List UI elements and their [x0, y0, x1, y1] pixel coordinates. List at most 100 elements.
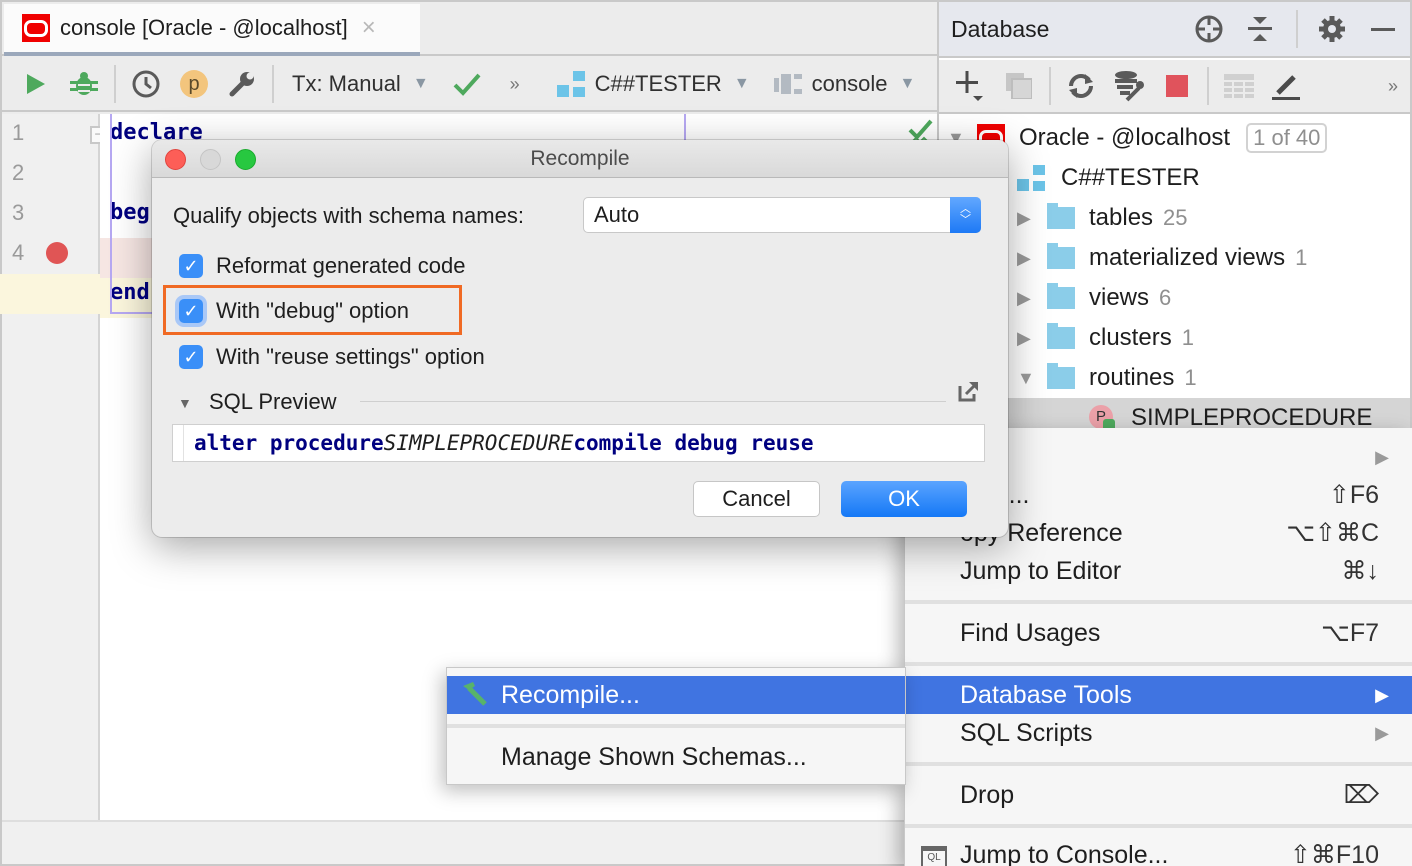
stop-icon: [1166, 75, 1188, 97]
folder-count: 25: [1163, 205, 1188, 230]
expand-arrow-icon[interactable]: ▶: [1017, 208, 1047, 229]
reuse-settings-checkbox[interactable]: ✓: [179, 345, 203, 369]
tx-mode-dropdown[interactable]: Tx: Manual ▼: [292, 64, 429, 104]
menu-item-find-usages[interactable]: Find Usages ⌥F7: [905, 614, 1412, 652]
tx-mode-label: Tx: Manual: [292, 71, 401, 96]
schema-label: C##TESTER: [1061, 164, 1200, 191]
submenu-arrow-icon: ▶: [1375, 684, 1389, 705]
line-number: 2: [12, 160, 25, 185]
schema-dropdown[interactable]: C##TESTER ▼: [556, 64, 750, 104]
commit-button[interactable]: [449, 64, 485, 104]
table-view-button[interactable]: [1221, 66, 1257, 106]
ok-button[interactable]: OK: [841, 481, 967, 517]
expand-arrow-icon[interactable]: ▶: [1017, 288, 1047, 309]
submenu-arrow-icon: ▶: [1375, 446, 1389, 467]
add-button[interactable]: [953, 66, 989, 106]
toolbar-more-button[interactable]: »: [1388, 76, 1398, 97]
menu-item-drop[interactable]: Drop ⌦: [905, 776, 1412, 814]
qualify-select[interactable]: Auto ︿ ﹀: [583, 197, 981, 233]
menu-separator: [447, 724, 905, 728]
breakpoint-icon[interactable]: [46, 242, 68, 264]
tree-folder-clusters[interactable]: ▶ clusters 1: [1017, 318, 1194, 358]
add-icon: [956, 71, 983, 101]
menu-item-sql-scripts[interactable]: SQL Scripts ▶: [905, 714, 1412, 752]
toolbar-separator: [1207, 67, 1209, 105]
history-button[interactable]: [128, 64, 164, 104]
delete-key-icon: ⌦: [1343, 781, 1379, 809]
debug-option-checkbox[interactable]: ✓: [179, 299, 203, 323]
reformat-checkbox[interactable]: ✓: [179, 254, 203, 278]
schema-icon: [556, 71, 587, 97]
reuse-settings-label: With "reuse settings" option: [216, 344, 485, 369]
expand-arrow-icon[interactable]: ▶: [1017, 248, 1047, 269]
dialog-title: Recompile: [530, 147, 630, 170]
duplicate-button[interactable]: [1001, 66, 1037, 106]
menu-item-label: Jump to Console...: [960, 840, 1169, 866]
tree-folder-views[interactable]: ▶ views 6: [1017, 278, 1171, 318]
minimize-icon[interactable]: [1370, 16, 1396, 42]
folder-label: tables: [1089, 204, 1154, 231]
header-separator: [1296, 10, 1298, 48]
session-label: console: [811, 71, 888, 96]
menu-item-jump-to-editor[interactable]: Jump to Editor ⌘↓: [905, 552, 1412, 590]
console-icon: QL: [921, 846, 947, 866]
close-tab-icon[interactable]: ×: [362, 14, 376, 42]
folder-icon: [1047, 203, 1075, 229]
open-in-editor-icon[interactable]: [958, 380, 980, 402]
schema-label: C##TESTER: [594, 71, 722, 96]
gear-icon[interactable]: [1318, 15, 1346, 43]
menu-item-jump-to-console[interactable]: QL Jump to Console... ⇧⌘F10: [905, 836, 1412, 866]
folder-label: views: [1089, 284, 1150, 311]
menu-shortcut: ⇧⌘F10: [1289, 841, 1379, 866]
sql-preview-label: SQL Preview: [209, 389, 337, 414]
menu-shortcut: ⌥F7: [1321, 619, 1379, 647]
menu-item-recompile[interactable]: Recompile...: [447, 676, 905, 714]
menu-item-database-tools[interactable]: Database Tools ▶: [905, 676, 1412, 714]
menu-item-label: Find Usages: [960, 618, 1101, 647]
debug-option-label: With "debug" option: [216, 298, 409, 323]
db-tools-button[interactable]: [1111, 66, 1147, 106]
console-session-icon: [773, 74, 802, 94]
editor-toolbar: p Tx: Manual ▼ » C##TESTER ▼ console ▼: [2, 58, 937, 112]
folder-icon: [1047, 243, 1075, 269]
p-badge-button[interactable]: p: [176, 64, 212, 104]
editor-tab-strip: console [Oracle - @localhost] ×: [2, 2, 937, 56]
status-bar: [2, 820, 937, 864]
collapse-icon[interactable]: [1246, 15, 1274, 43]
edit-button[interactable]: [1269, 66, 1305, 106]
cancel-button[interactable]: Cancel: [693, 481, 820, 517]
tab-label: console [Oracle - @localhost]: [60, 15, 348, 40]
locate-icon[interactable]: [1194, 14, 1224, 44]
tree-schema[interactable]: C##TESTER: [1017, 158, 1200, 198]
tree-folder-materialized-views[interactable]: ▶ materialized views 1: [1017, 238, 1307, 278]
folder-count: 1: [1181, 325, 1194, 350]
database-panel-header: Database: [939, 2, 1410, 58]
tree-folder-routines[interactable]: ▼ routines 1: [1017, 358, 1197, 398]
run-button[interactable]: [18, 64, 54, 104]
collapse-arrow-icon[interactable]: ▼: [1017, 368, 1047, 389]
debug-button[interactable]: [66, 64, 102, 104]
expand-arrow-icon[interactable]: ▶: [1017, 328, 1047, 349]
tab-console[interactable]: console [Oracle - @localhost] ×: [4, 4, 420, 56]
menu-item-label: SQL Scripts: [960, 718, 1093, 747]
recompile-dialog: Recompile Qualify objects with schema na…: [152, 140, 1008, 537]
menu-item-manage-shown-schemas[interactable]: Manage Shown Schemas...: [447, 738, 905, 776]
run-icon: [27, 74, 45, 94]
refresh-button[interactable]: [1063, 66, 1099, 106]
editor-gutter: 1 2 3 4 5 − −: [2, 114, 106, 820]
menu-item-label: Jump to Editor: [960, 556, 1122, 585]
edit-icon: [1272, 75, 1300, 100]
chevron-down-icon: ▼: [899, 75, 916, 92]
db-tools-icon: [1115, 71, 1144, 102]
session-dropdown[interactable]: console ▼: [773, 64, 916, 104]
tree-folder-tables[interactable]: ▶ tables 25: [1017, 198, 1188, 238]
reformat-label: Reformat generated code: [216, 253, 466, 278]
settings-button[interactable]: [224, 64, 260, 104]
p-badge-icon: p: [180, 70, 208, 98]
folder-icon: [1047, 323, 1075, 349]
toolbar-separator: [272, 65, 274, 103]
toolbar-more-button[interactable]: »: [497, 64, 533, 104]
collapse-triangle-icon[interactable]: ▼: [178, 395, 192, 411]
stop-button[interactable]: [1159, 66, 1195, 106]
sql-preview-box[interactable]: alter procedure SIMPLEPROCEDURE compile …: [172, 424, 985, 462]
